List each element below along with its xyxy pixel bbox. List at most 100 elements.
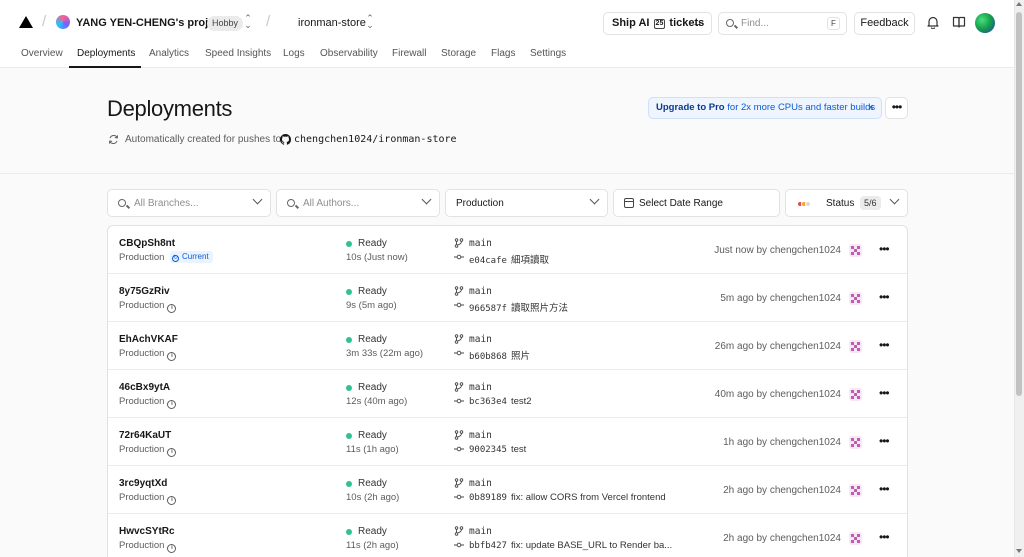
row-more-options-icon[interactable]: ••• <box>879 434 890 448</box>
deployment-commit[interactable]: bc363e4 test2 <box>469 396 532 407</box>
repo-link[interactable]: chengchen1024/ironman-store <box>294 134 457 145</box>
info-icon[interactable]: i <box>167 352 177 361</box>
author-avatar[interactable] <box>849 436 862 449</box>
git-commit-icon <box>454 350 464 356</box>
deployment-commit[interactable]: 0b89189 fix: allow CORS from Vercel front… <box>469 492 666 503</box>
info-icon[interactable]: i <box>167 496 177 505</box>
deployment-id[interactable]: HwvcSYtRc <box>119 526 175 537</box>
tab-flags[interactable]: Flags <box>491 48 515 59</box>
deployment-branch[interactable]: main <box>469 478 492 489</box>
git-branch-icon <box>454 334 464 344</box>
tab-deployments[interactable]: Deployments <box>77 48 135 59</box>
git-branch-icon <box>454 526 464 536</box>
vercel-logo-icon[interactable] <box>19 16 33 28</box>
team-avatar[interactable] <box>56 15 70 29</box>
tab-storage[interactable]: Storage <box>441 48 476 59</box>
separator-slash: / <box>42 13 47 30</box>
author-avatar[interactable] <box>849 292 862 305</box>
author-avatar[interactable] <box>849 532 862 545</box>
tab-overview[interactable]: Overview <box>21 48 63 59</box>
status-filter[interactable]: Status 5/6 <box>785 189 908 217</box>
deployment-id[interactable]: 3rc9yqtXd <box>119 478 167 489</box>
status-count-badge: 5/6 <box>860 196 881 210</box>
tab-observability[interactable]: Observability <box>320 48 378 59</box>
scrollbar-thumb[interactable] <box>1016 12 1022 396</box>
scroll-down-arrow-icon[interactable] <box>1016 549 1022 553</box>
tab-logs[interactable]: Logs <box>283 48 305 59</box>
author-filter[interactable]: All Authors... <box>276 189 440 217</box>
deployment-commit[interactable]: bbfb427 fix: update BASE_URL to Render ba… <box>469 540 672 551</box>
deployment-row[interactable]: 8y75GzRiv Production i Ready 9s (5m ago) … <box>108 274 907 322</box>
deployment-row[interactable]: CBQpSh8nt Production ↻ Current Ready 10s … <box>108 226 907 274</box>
branch-filter[interactable]: All Branches... <box>107 189 271 217</box>
deployment-row[interactable]: 46cBx9ytA Production i Ready 12s (40m ago… <box>108 370 907 418</box>
feedback-button[interactable]: Feedback <box>854 12 915 35</box>
deployment-branch[interactable]: main <box>469 382 492 393</box>
info-icon[interactable]: i <box>167 304 177 313</box>
git-commit-icon <box>454 254 464 260</box>
deployment-commit[interactable]: e04cafe 細項讀取 <box>469 252 549 266</box>
deployment-commit[interactable]: 9002345 test <box>469 444 526 455</box>
deployment-branch[interactable]: main <box>469 526 492 537</box>
deployment-id[interactable]: 8y75GzRiv <box>119 286 170 297</box>
deployment-duration: 9s (5m ago) <box>346 300 397 311</box>
author-avatar[interactable] <box>849 484 862 497</box>
tab-settings[interactable]: Settings <box>530 48 566 59</box>
tab-analytics[interactable]: Analytics <box>149 48 189 59</box>
deployment-commit[interactable]: 966587f 讀取照片方法 <box>469 300 568 314</box>
deployment-environment: Production i <box>119 444 177 457</box>
docs-book-icon[interactable] <box>952 15 966 29</box>
project-name[interactable]: ironman-store <box>298 17 366 29</box>
upgrade-link[interactable]: Upgrade to Pro <box>656 102 725 113</box>
row-more-options-icon[interactable]: ••• <box>879 386 890 400</box>
bell-icon[interactable] <box>926 15 940 29</box>
info-icon[interactable]: i <box>167 448 177 457</box>
author-avatar[interactable] <box>849 244 862 257</box>
row-more-options-icon[interactable]: ••• <box>879 242 890 256</box>
date-range-picker[interactable]: Select Date Range <box>613 189 780 217</box>
info-icon[interactable]: i <box>167 400 177 409</box>
info-icon[interactable]: i <box>167 544 177 553</box>
deployment-environment: Production <box>119 252 164 263</box>
deployment-id[interactable]: CBQpSh8nt <box>119 238 175 249</box>
more-options-button[interactable]: ••• <box>885 97 908 119</box>
status-text: Ready <box>358 478 387 489</box>
upgrade-banner[interactable]: Upgrade to Pro for 2x more CPUs and fast… <box>648 97 882 119</box>
find-input[interactable]: Find... F <box>718 12 847 35</box>
row-more-options-icon[interactable]: ••• <box>879 290 890 304</box>
deployment-branch[interactable]: main <box>469 334 492 345</box>
environment-select[interactable]: Production <box>445 189 608 217</box>
deployment-id[interactable]: 46cBx9ytA <box>119 382 170 393</box>
deployment-status: Ready <box>346 238 387 249</box>
deployment-id[interactable]: 72r64KaUT <box>119 430 171 441</box>
commit-hash: e04cafe <box>469 256 507 266</box>
commit-message: fix: allow CORS from Vercel frontend <box>510 492 666 503</box>
close-icon[interactable]: × <box>868 98 874 118</box>
deployment-branch[interactable]: main <box>469 286 492 297</box>
project-switcher-icon[interactable]: ⌃ ⌄ <box>366 14 374 30</box>
author-avatar[interactable] <box>849 340 862 353</box>
status-text: Ready <box>358 526 387 537</box>
deployment-row[interactable]: 3rc9yqtXd Production i Ready 10s (2h ago)… <box>108 466 907 514</box>
row-more-options-icon[interactable]: ••• <box>879 338 890 352</box>
tab-firewall[interactable]: Firewall <box>392 48 426 59</box>
deployment-status: Ready <box>346 430 387 441</box>
tab-speed-insights[interactable]: Speed Insights <box>205 48 271 59</box>
deployment-row[interactable]: 72r64KaUT Production i Ready 11s (1h ago)… <box>108 418 907 466</box>
user-avatar[interactable] <box>975 13 995 33</box>
ship-ai-tickets-button[interactable]: Ship AI 25 tickets → <box>603 12 712 35</box>
deployment-id[interactable]: EhAchVKAF <box>119 334 178 345</box>
github-icon <box>280 134 291 145</box>
deployment-branch[interactable]: main <box>469 238 492 249</box>
author-avatar[interactable] <box>849 388 862 401</box>
scroll-up-arrow-icon[interactable] <box>1016 2 1022 6</box>
status-text: Ready <box>358 382 387 393</box>
deployment-commit[interactable]: b60b868 照片 <box>469 348 530 362</box>
deployment-row[interactable]: HwvcSYtRc Production i Ready 11s (2h ago)… <box>108 514 907 557</box>
team-switcher-icon[interactable]: ⌃ ⌄ <box>244 14 252 30</box>
row-more-options-icon[interactable]: ••• <box>879 482 890 496</box>
commit-hash: 966587f <box>469 304 507 314</box>
deployment-row[interactable]: EhAchVKAF Production i Ready 3m 33s (22m … <box>108 322 907 370</box>
deployment-branch[interactable]: main <box>469 430 492 441</box>
row-more-options-icon[interactable]: ••• <box>879 530 890 544</box>
